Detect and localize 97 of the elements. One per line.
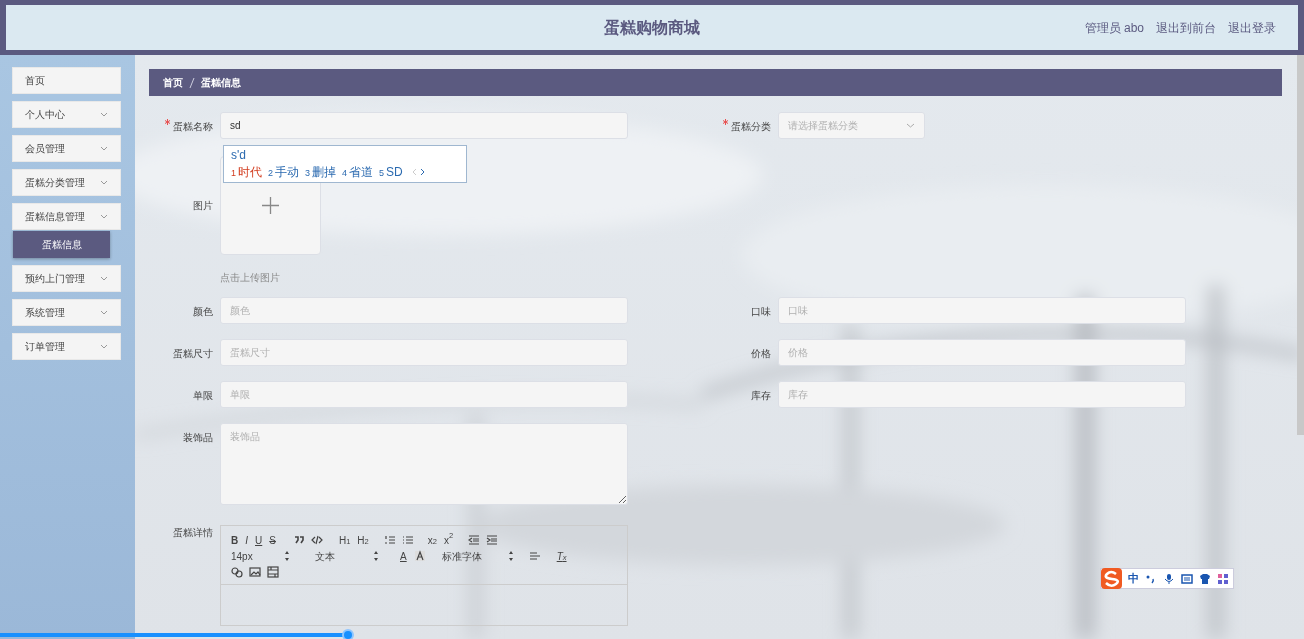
toolbar-button[interactable]: 文本 (315, 549, 365, 563)
highlight-icon (413, 550, 426, 562)
sidebar-item[interactable]: 会员管理 (12, 135, 121, 162)
keyboard-icon[interactable] (1181, 572, 1193, 585)
sort-arrows-icon (372, 550, 380, 562)
field-label: 蛋糕尺寸 (173, 348, 213, 359)
toolbar-button[interactable]: H$_{2}$ (357, 533, 369, 547)
sort-arrows-icon (283, 550, 291, 562)
breadcrumb-item: 蛋糕信息 (201, 76, 241, 90)
toolbar-button[interactable]: B (231, 533, 239, 547)
sidebar-item[interactable]: 订单管理 (12, 333, 121, 360)
playback-handle[interactable] (342, 629, 355, 639)
ime-candidate[interactable]: 2 手动 (268, 163, 300, 181)
toolbar-button[interactable]: H$_{1}$ (338, 533, 351, 547)
input-field[interactable]: 价格 (778, 339, 1186, 366)
sidebar-item[interactable]: 首页 (12, 67, 121, 94)
field-label: 蛋糕详情 (173, 527, 213, 538)
site-title: 蛋糕购物商城 (604, 17, 700, 38)
bullet-list-icon (401, 534, 414, 546)
breadcrumb-separator-icon (189, 77, 195, 88)
indent-icon (486, 534, 499, 546)
toolbar-button[interactable]: 14px (231, 549, 276, 563)
chevron-down-icon (100, 112, 108, 117)
toolbar-button[interactable]: I (245, 533, 248, 547)
required-icon (165, 119, 170, 125)
field-label: 蛋糕分类 (731, 121, 771, 132)
toolbar-button[interactable] (231, 565, 243, 579)
sort-arrows-icon (506, 550, 515, 562)
sidebar-item[interactable]: 预约上门管理 (12, 265, 121, 292)
scrollbar[interactable] (1297, 55, 1304, 435)
align-icon (528, 550, 541, 562)
input-field[interactable]: 口味 (778, 297, 1186, 324)
ime-input-text: s'd (231, 147, 247, 163)
toolbar-button[interactable]: A (400, 549, 407, 563)
toolbar-button[interactable] (372, 549, 380, 563)
sidebar-item[interactable]: 个人中心 (12, 101, 121, 128)
required-icon (723, 119, 728, 125)
image-icon (249, 566, 261, 578)
link-icon (231, 566, 243, 578)
input-field[interactable]: 蛋糕尺寸 (220, 339, 628, 366)
chevron-down-icon (906, 123, 915, 128)
field-label: 蛋糕名称 (173, 121, 213, 132)
header-link[interactable]: 退出登录 (1228, 19, 1276, 37)
outdent-icon (468, 534, 481, 546)
toolbar-button[interactable] (413, 549, 426, 563)
toolbar-button[interactable]: 标准字体 (441, 549, 500, 563)
field-label: 装饰品 (183, 432, 213, 443)
toolbar-button[interactable]: x$^{2}$ (443, 533, 454, 547)
chevron-down-icon (100, 310, 108, 315)
ime-candidate[interactable]: 4 省道 (342, 163, 374, 181)
toolbar-button[interactable] (283, 549, 291, 563)
input-field[interactable]: sd (220, 112, 628, 139)
grid-icon[interactable] (1217, 572, 1229, 585)
toolbar-button[interactable]: S (269, 533, 276, 547)
toolbar-button[interactable]: T$_{x}$ (556, 549, 567, 563)
toolbar-button[interactable]: U (255, 533, 263, 547)
sidebar-item[interactable]: 蛋糕信息管理 (12, 203, 121, 230)
toolbar-button[interactable] (486, 533, 499, 547)
field-label: 颜色 (193, 306, 213, 317)
toolbar-button[interactable] (249, 565, 261, 579)
sidebar-item[interactable]: 系统管理 (12, 299, 121, 326)
field-label: 库存 (751, 390, 771, 401)
ime-mode[interactable]: 中 (1128, 570, 1139, 587)
toolbar-button[interactable] (468, 533, 481, 547)
chevron-down-icon (100, 214, 108, 219)
rich-text-editor[interactable]: B I U S H$_{1}$ H$_{2}$ x$_{2}$ x$^{2}$ 14px 文本 A 标准字体 T$_{x}$ (220, 525, 628, 626)
ime-candidate[interactable]: 1 时代 (231, 163, 262, 181)
ime-candidate[interactable]: 3 删掉 (305, 163, 337, 181)
chevron-down-icon (100, 146, 108, 151)
toolbar-button[interactable] (267, 565, 279, 579)
input-field[interactable]: 颜色 (220, 297, 628, 324)
sidebar-item[interactable]: 蛋糕分类管理 (12, 169, 121, 196)
field-label: 单限 (193, 390, 213, 401)
chevron-down-icon (100, 180, 108, 185)
toolbar-button[interactable] (310, 533, 323, 547)
upload-hint: 点击上传图片 (220, 271, 281, 285)
video-icon (267, 566, 279, 578)
chevron-down-icon (100, 276, 108, 281)
field-label: 价格 (751, 348, 771, 359)
code-icon (310, 534, 323, 546)
chevron-down-icon (100, 344, 108, 349)
toolbar-button[interactable]: x$_{2}$ (427, 533, 437, 547)
header-link[interactable]: 退出到前台 (1156, 19, 1216, 37)
quote-icon (292, 534, 305, 546)
field-label: 图片 (193, 200, 213, 211)
ordered-list-icon (383, 534, 396, 546)
microphone-icon[interactable] (1163, 572, 1175, 585)
plus-icon (262, 197, 279, 214)
sidebar-subitem[interactable]: 蛋糕信息 (13, 231, 110, 258)
field-label: 口味 (751, 306, 771, 317)
shirt-icon[interactable] (1199, 572, 1211, 585)
toolbar-button[interactable] (506, 549, 515, 563)
chevron-right-icon (419, 168, 425, 176)
chevron-left-icon (411, 168, 417, 176)
breadcrumb-item[interactable]: 首页 (163, 75, 183, 90)
user-name: 管理员 abo (1084, 20, 1144, 37)
ime-candidate[interactable]: 5 SD (379, 163, 403, 181)
